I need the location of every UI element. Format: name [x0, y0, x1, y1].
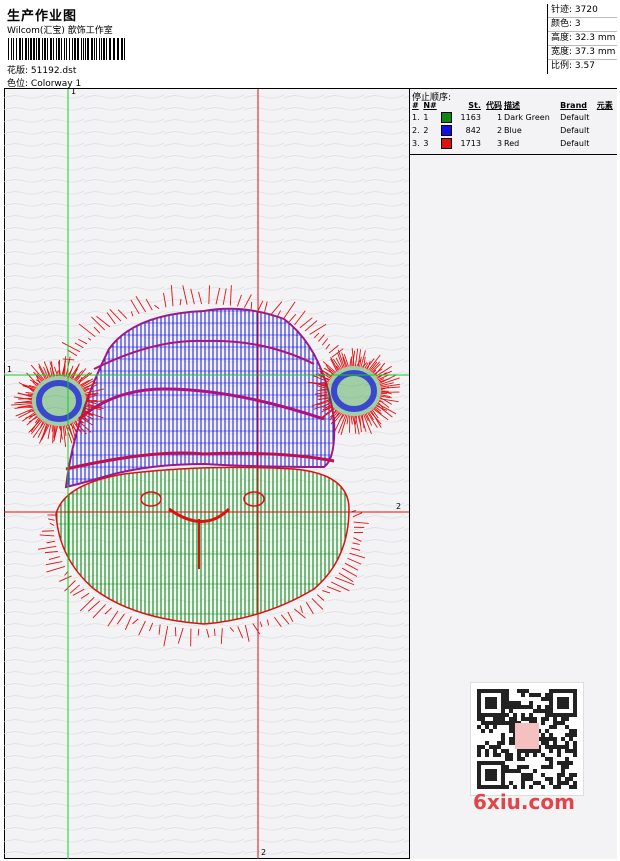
colorway-value: Colorway 1: [30, 79, 82, 89]
colorway-label: 色位:: [7, 79, 29, 89]
sequence-header-row: # N# St. 代码 描述 Brand 元素: [411, 100, 617, 111]
watermark-logo: 6xiu.com: [473, 790, 575, 814]
col-swatch: [440, 100, 455, 111]
col-number: N#: [423, 101, 437, 110]
barcode: [8, 38, 125, 60]
design-label: 花版:: [7, 66, 29, 76]
table-row: 2. 2 842 2 Blue Default: [412, 125, 590, 136]
col-brand: Brand: [560, 101, 587, 110]
panel-divider: [410, 154, 617, 155]
axis-label-v1: 1: [71, 89, 77, 96]
design-canvas: 1 1 2 2: [4, 89, 409, 859]
color-swatch: [441, 138, 453, 149]
stat-scale: 比例: 3.57: [551, 61, 595, 71]
qr-code: [470, 682, 584, 796]
header: 生产作业图 Wilcom(汇宝) 歆饰工作室 花版: 51192.dst 色位:…: [4, 4, 617, 89]
colorway-line: 色位: Colorway 1: [7, 76, 81, 89]
col-element: 元素: [596, 101, 613, 110]
design-svg: [4, 89, 409, 859]
stat-colors: 颜色: 3: [548, 18, 617, 32]
axis-label-h1: 1: [7, 365, 13, 374]
axis-label-v2: 2: [261, 848, 267, 857]
color-swatch: [441, 125, 453, 136]
col-stitches: St.: [468, 101, 481, 110]
stats-box: 针迹: 3720 颜色: 3 高度: 32.3 mm 宽度: 37.3 mm 比…: [547, 4, 617, 74]
stat-height: 高度: 32.3 mm: [548, 32, 617, 46]
vendor-label: Wilcom(汇宝) 歆饰工作室: [7, 26, 113, 36]
design-value: 51192.dst: [30, 66, 77, 76]
page-title: 生产作业图: [7, 9, 78, 24]
table-row: 1. 1 1163 1 Dark Green Default: [412, 112, 590, 123]
stat-width: 宽度: 37.3 mm: [548, 46, 617, 60]
design-line: 花版: 51192.dst: [7, 63, 76, 76]
col-code: 代码: [486, 101, 503, 110]
sequence-table: # N# St. 代码 描述 Brand 元素 1. 1 1163 1 Dark G…: [411, 100, 617, 150]
table-row: 3. 3 1713 3 Red Default: [412, 138, 590, 149]
col-index: #: [412, 101, 419, 110]
stat-stitches: 针迹: 3720: [548, 4, 617, 18]
col-description: 描述: [504, 101, 521, 110]
color-swatch: [441, 112, 453, 123]
axis-label-h2: 2: [396, 502, 402, 511]
